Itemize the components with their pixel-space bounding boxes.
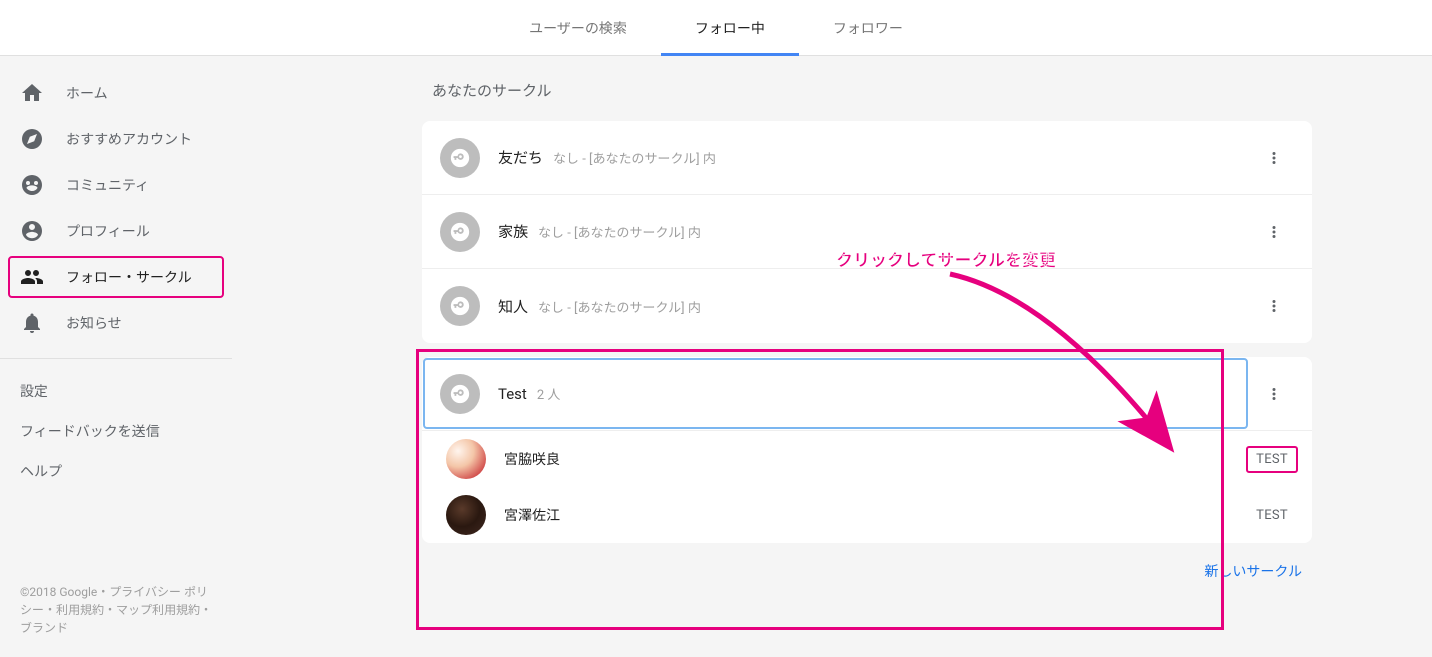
sidebar-secondary: 設定 フィードバックを送信 ヘルプ	[0, 371, 232, 491]
top-tabs: ユーザーの検索 フォロー中 フォロワー	[0, 0, 1432, 56]
member-row[interactable]: 宮脇咲良 TEST	[422, 431, 1312, 487]
expanded-circle-card: Test 2 人 宮脇咲良 TEST 宮澤佐江 TEST	[422, 357, 1312, 543]
bell-icon	[20, 311, 44, 335]
sidebar-divider	[0, 358, 232, 359]
sidebar-item-label: おすすめアカウント	[66, 129, 192, 149]
circle-name: 家族	[498, 221, 528, 242]
sidebar-item-communities[interactable]: コミュニティ	[0, 162, 232, 208]
row-menu-button[interactable]	[1254, 286, 1294, 326]
circle-row-family[interactable]: 家族 なし - [あなたのサークル] 内	[422, 195, 1312, 269]
sidebar-link-feedback[interactable]: フィードバックを送信	[0, 411, 232, 451]
more-vert-icon	[1265, 223, 1283, 241]
profile-icon	[20, 219, 44, 243]
circle-name: 友だち	[498, 147, 543, 168]
avatar	[446, 439, 486, 479]
sidebar-item-discover[interactable]: おすすめアカウント	[0, 116, 232, 162]
create-circle-row: 新しいサークル	[422, 543, 1312, 587]
row-menu-button[interactable]	[1254, 138, 1294, 178]
tab-search-users[interactable]: ユーザーの検索	[495, 0, 661, 55]
create-circle-link[interactable]: 新しいサークル	[1204, 564, 1302, 580]
more-vert-icon	[1265, 385, 1283, 403]
circle-icon	[440, 138, 480, 178]
sidebar-footer: ©2018 Google・プライバシー ポリシー・利用規約・マップ利用規約・ブラ…	[0, 569, 232, 657]
circle-count: 2 人	[537, 384, 561, 403]
member-name: 宮脇咲良	[504, 449, 560, 469]
communities-icon	[20, 173, 44, 197]
member-name: 宮澤佐江	[504, 505, 560, 525]
circle-name: 知人	[498, 296, 528, 317]
main-content: あなたのサークル 友だち なし - [あなたのサークル] 内 家族 なし - […	[232, 56, 1432, 657]
tab-following[interactable]: フォロー中	[661, 0, 799, 55]
avatar	[446, 495, 486, 535]
sidebar-item-label: ホーム	[66, 83, 108, 103]
sidebar-item-follow-circles[interactable]: フォロー・サークル	[0, 254, 232, 300]
circle-sub: なし - [あなたのサークル] 内	[553, 148, 716, 167]
circle-chip-button[interactable]: TEST	[1250, 504, 1294, 527]
more-vert-icon	[1265, 297, 1283, 315]
more-vert-icon	[1265, 149, 1283, 167]
circle-sub: なし - [あなたのサークル] 内	[538, 297, 701, 316]
circle-row-friends[interactable]: 友だち なし - [あなたのサークル] 内	[422, 121, 1312, 195]
sidebar-item-home[interactable]: ホーム	[0, 70, 232, 116]
explore-icon	[20, 127, 44, 151]
row-menu-button[interactable]	[1254, 212, 1294, 252]
member-row[interactable]: 宮澤佐江 TEST	[422, 487, 1312, 543]
sidebar-link-help[interactable]: ヘルプ	[0, 451, 232, 491]
circle-row-test[interactable]: Test 2 人	[422, 357, 1312, 431]
home-icon	[20, 81, 44, 105]
sidebar-item-label: プロフィール	[66, 221, 150, 241]
sidebar-item-label: フォロー・サークル	[66, 267, 192, 287]
circle-icon	[440, 212, 480, 252]
circle-row-acquaintances[interactable]: 知人 なし - [あなたのサークル] 内	[422, 269, 1312, 343]
sidebar: ホーム おすすめアカウント コミュニティ プロフィール フォロー・サークル お知…	[0, 56, 232, 657]
sidebar-item-label: コミュニティ	[66, 175, 149, 195]
tab-followers[interactable]: フォロワー	[799, 0, 937, 55]
circle-name: Test	[498, 385, 527, 403]
sidebar-item-profile[interactable]: プロフィール	[0, 208, 232, 254]
row-menu-button[interactable]	[1254, 374, 1294, 414]
circle-chip-button[interactable]: TEST	[1250, 448, 1294, 471]
circle-icon	[440, 374, 480, 414]
circle-icon	[440, 286, 480, 326]
section-title: あなたのサークル	[432, 80, 1312, 101]
sidebar-item-notifications[interactable]: お知らせ	[0, 300, 232, 346]
sidebar-item-label: お知らせ	[66, 313, 122, 333]
circles-card: 友だち なし - [あなたのサークル] 内 家族 なし - [あなたのサークル]…	[422, 121, 1312, 343]
people-icon	[20, 265, 44, 289]
circle-sub: なし - [あなたのサークル] 内	[538, 222, 701, 241]
sidebar-link-settings[interactable]: 設定	[0, 371, 232, 411]
